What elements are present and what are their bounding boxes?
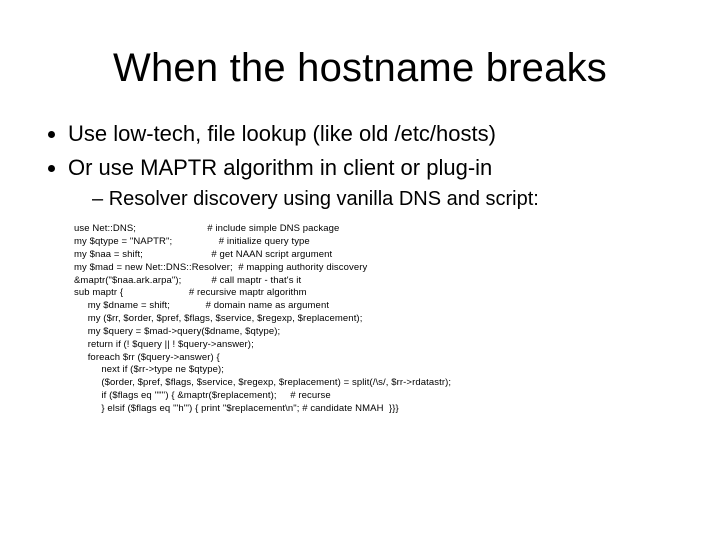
code-block: use Net::DNS; # include simple DNS packa… <box>74 223 680 415</box>
bullet-list: Use low-tech, file lookup (like old /etc… <box>40 119 680 213</box>
slide: When the hostname breaks Use low-tech, f… <box>0 0 720 540</box>
sub-bullet-1: Resolver discovery using vanilla DNS and… <box>92 186 680 213</box>
sub-bullet-list: Resolver discovery using vanilla DNS and… <box>68 182 680 213</box>
bullet-2: Or use MAPTR algorithm in client or plug… <box>68 153 680 214</box>
bullet-1: Use low-tech, file lookup (like old /etc… <box>68 119 680 149</box>
bullet-2-text: Or use MAPTR algorithm in client or plug… <box>68 155 492 180</box>
slide-title: When the hostname breaks <box>40 46 680 91</box>
